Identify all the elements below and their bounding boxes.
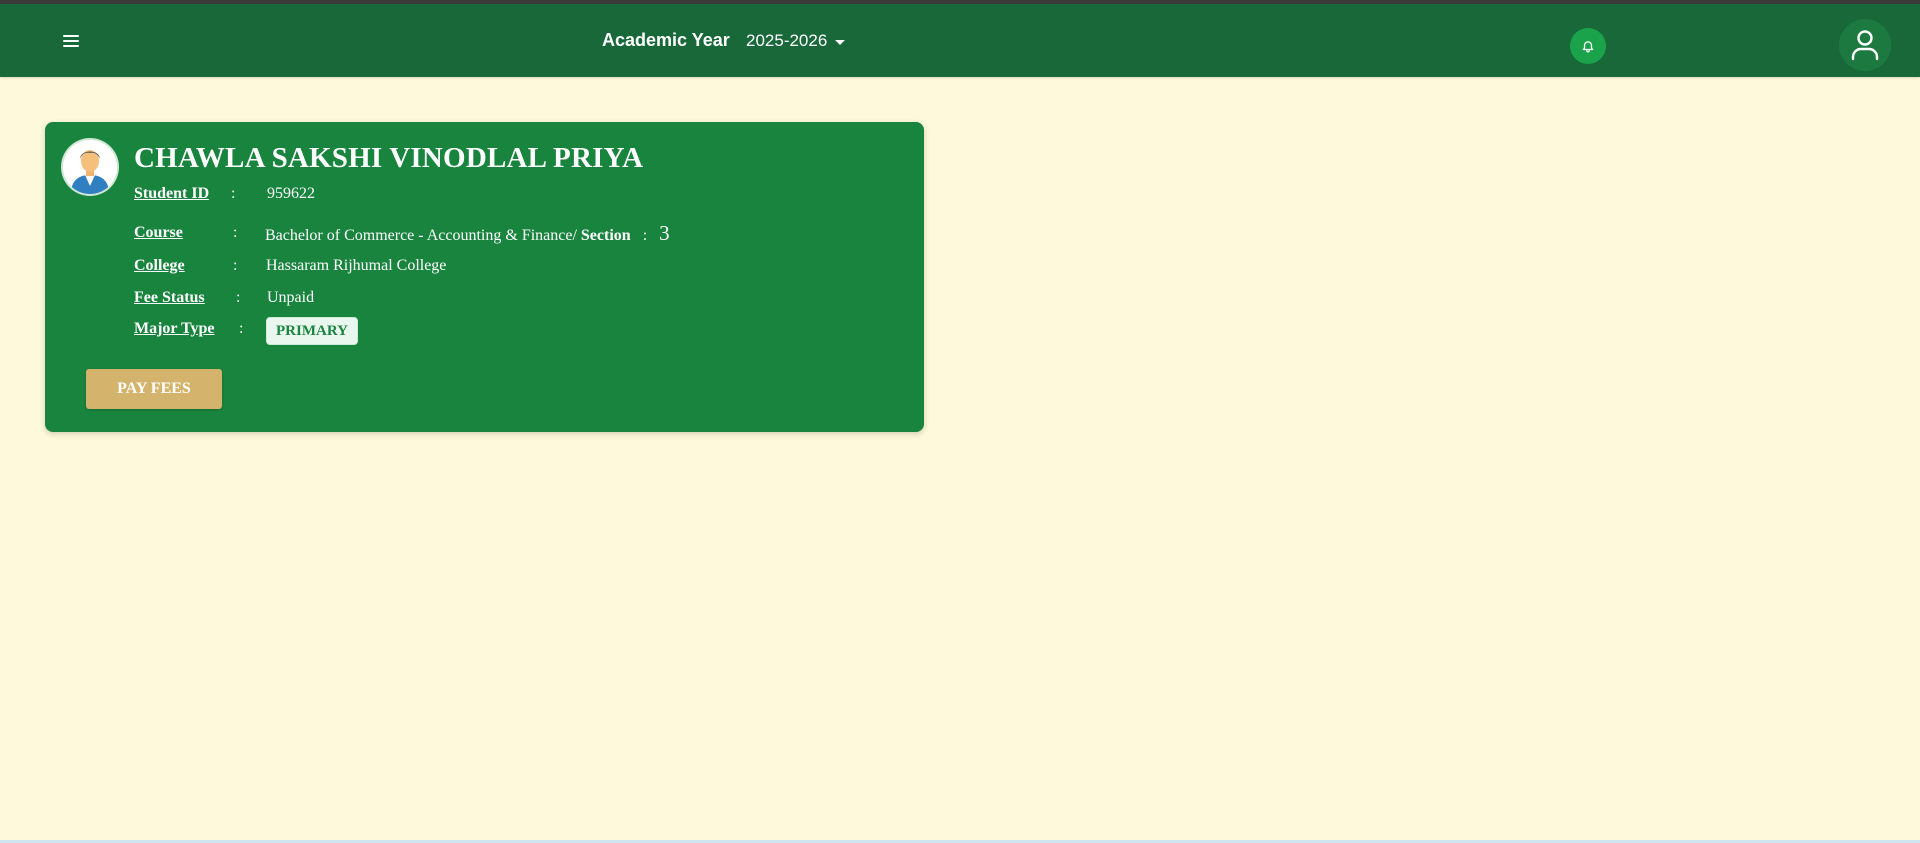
academic-year-select[interactable]: 2025-2026 xyxy=(746,30,846,52)
course-label: Course xyxy=(134,224,183,241)
hamburger-menu-button[interactable] xyxy=(58,29,84,53)
course-value: Bachelor of Commerce - Accounting & Fina… xyxy=(265,227,577,244)
student-info-card: CHAWLA SAKSHI VINODLAL PRIYA Student ID … xyxy=(45,122,924,432)
hamburger-menu-icon xyxy=(63,35,79,47)
section-label: Section xyxy=(580,227,631,244)
section-value: 3 xyxy=(659,221,670,245)
fee-status-colon: : xyxy=(236,289,241,306)
academic-year-label: Academic Year xyxy=(602,30,730,50)
college-label: College xyxy=(134,257,185,274)
course-value-row: Bachelor of Commerce - Accounting & Fina… xyxy=(265,221,670,246)
student-id-colon: : xyxy=(231,185,236,202)
pay-fees-button[interactable]: PAY FEES xyxy=(86,369,222,409)
academic-year-value: 2025-2026 xyxy=(746,31,828,50)
college-colon: : xyxy=(233,257,238,274)
student-avatar-icon xyxy=(63,140,117,194)
fee-status-value: Unpaid xyxy=(267,289,315,306)
bell-icon xyxy=(1582,41,1594,53)
major-type-colon: : xyxy=(239,320,244,337)
major-type-badge: PRIMARY xyxy=(266,317,358,345)
user-icon xyxy=(1851,30,1879,61)
student-name: CHAWLA SAKSHI VINODLAL PRIYA xyxy=(134,142,644,174)
student-id-label: Student ID xyxy=(134,185,210,202)
section-colon: : xyxy=(642,227,648,244)
profile-button[interactable] xyxy=(1839,19,1891,71)
student-id-value: 959622 xyxy=(267,185,315,202)
college-value: Hassaram Rijhumal College xyxy=(266,257,447,274)
course-colon: : xyxy=(233,224,238,241)
major-type-label: Major Type xyxy=(134,320,215,337)
fee-status-label: Fee Status xyxy=(134,289,205,306)
top-app-bar: Academic Year 2025-2026 xyxy=(0,4,1920,77)
notification-button[interactable] xyxy=(1570,28,1606,64)
chevron-down-icon xyxy=(835,39,846,45)
